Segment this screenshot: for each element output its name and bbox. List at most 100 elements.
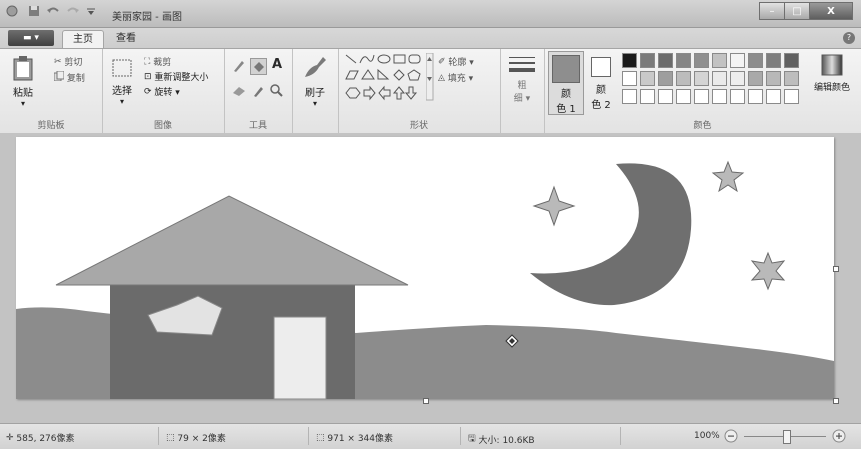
- window-title: 美丽家园 - 画图: [112, 12, 182, 23]
- palette-swatch[interactable]: [748, 53, 763, 68]
- palette-swatch[interactable]: [712, 71, 727, 86]
- cut-button[interactable]: ✂ 剪切: [54, 55, 82, 69]
- palette-swatch[interactable]: [748, 89, 763, 104]
- edit-colors-icon: [821, 54, 843, 76]
- palette-swatch[interactable]: [730, 89, 745, 104]
- palette-swatch[interactable]: [748, 71, 763, 86]
- palette-swatch[interactable]: [640, 53, 655, 68]
- crop-icon: ⛶: [144, 56, 151, 67]
- paste-button[interactable]: 粘贴 ▾: [8, 55, 38, 108]
- select-label: 选择: [112, 86, 132, 97]
- palette-swatch[interactable]: [766, 71, 781, 86]
- palette-swatch[interactable]: [730, 71, 745, 86]
- file-menu-button[interactable]: ▬ ▾: [8, 30, 54, 46]
- undo-icon[interactable]: [46, 5, 60, 17]
- select-button[interactable]: 选择 ▾: [108, 57, 136, 106]
- size-label-line1: 粗: [517, 81, 527, 91]
- palette-swatch[interactable]: [640, 71, 655, 86]
- palette-swatch[interactable]: [676, 89, 691, 104]
- magnifier-icon[interactable]: [270, 84, 283, 97]
- palette-swatch[interactable]: [658, 53, 673, 68]
- palette-swatch[interactable]: [766, 53, 781, 68]
- zoom-level: 100%: [694, 431, 720, 441]
- brushes-button[interactable]: 刷子 ▾: [298, 53, 332, 108]
- line-width-icon: [509, 57, 535, 72]
- resize-handle-bottom[interactable]: [423, 398, 429, 404]
- app-icon[interactable]: [6, 5, 18, 17]
- outline-label: 轮廓 ▾: [448, 58, 474, 68]
- help-icon[interactable]: ?: [843, 32, 855, 44]
- canvas-size: ⬚ 971 × 344像素: [316, 431, 393, 445]
- status-divider: [158, 427, 159, 445]
- quick-access-dropdown-icon[interactable]: [86, 5, 96, 17]
- maximize-button[interactable]: □: [784, 2, 810, 20]
- cursor-position: ✛ 585, 276像素: [6, 431, 75, 445]
- tab-view[interactable]: 查看: [106, 30, 146, 48]
- text-tool-icon[interactable]: A: [272, 57, 282, 72]
- palette-swatch[interactable]: [676, 53, 691, 68]
- drawing-canvas[interactable]: [16, 137, 834, 399]
- zoom-slider-thumb[interactable]: [783, 430, 791, 444]
- size-button[interactable]: 粗 细 ▾: [504, 55, 540, 104]
- shapes-gallery[interactable]: [344, 53, 434, 101]
- fill-label: 填充 ▾: [447, 74, 474, 84]
- status-divider: [620, 427, 621, 445]
- copy-icon: [53, 70, 65, 84]
- redo-icon[interactable]: [66, 5, 80, 17]
- house-roof: [55, 195, 409, 286]
- edit-colors-button[interactable]: 编辑颜色: [806, 53, 858, 93]
- color2-label-line2: 色 2: [591, 100, 611, 111]
- canvas-workspace[interactable]: [0, 133, 861, 423]
- tab-home[interactable]: 主页: [62, 30, 104, 49]
- palette-swatch[interactable]: [784, 53, 799, 68]
- palette-swatch[interactable]: [694, 71, 709, 86]
- palette-swatch[interactable]: [676, 71, 691, 86]
- palette-swatch[interactable]: [712, 89, 727, 104]
- crop-button[interactable]: ⛶ 裁剪: [144, 55, 171, 69]
- canvas-size-icon: ⬚: [316, 432, 325, 443]
- save-icon[interactable]: [28, 5, 40, 17]
- fill-bucket-icon[interactable]: [250, 58, 267, 75]
- zoom-in-button[interactable]: [832, 429, 846, 443]
- palette-swatch[interactable]: [784, 71, 799, 86]
- resize-button[interactable]: ⊡ 重新调整大小: [144, 70, 208, 84]
- color1-button[interactable]: 颜 色 1: [548, 51, 584, 115]
- palette-swatch[interactable]: [694, 53, 709, 68]
- palette-swatch[interactable]: [730, 53, 745, 68]
- color2-button[interactable]: 颜 色 2: [586, 51, 616, 111]
- color2-label-line1: 颜: [596, 85, 606, 96]
- colors-group: 颜 色 1 颜 色 2 编辑颜色 颜色: [544, 49, 861, 133]
- size-label-line2: 细 ▾: [513, 94, 531, 104]
- color-picker-icon[interactable]: [252, 84, 264, 97]
- status-divider: [308, 427, 309, 445]
- palette-swatch[interactable]: [640, 89, 655, 104]
- rotate-button[interactable]: ⟳ 旋转 ▾: [144, 85, 180, 99]
- colors-group-label: 颜色: [693, 121, 712, 131]
- eraser-icon[interactable]: [232, 85, 246, 97]
- palette-swatch[interactable]: [694, 89, 709, 104]
- palette-swatch[interactable]: [622, 53, 637, 68]
- fill-button[interactable]: ◬ 填充 ▾: [438, 71, 474, 85]
- palette-swatch[interactable]: [784, 89, 799, 104]
- outline-button[interactable]: ✐ 轮廓 ▾: [438, 55, 474, 69]
- brushes-group: 刷子 ▾: [292, 49, 339, 133]
- selection-size: ⬚ 79 × 2像素: [166, 431, 226, 445]
- palette-swatch[interactable]: [658, 71, 673, 86]
- drawing: [16, 160, 834, 399]
- copy-button[interactable]: 复制: [53, 70, 85, 84]
- resize-handle-right[interactable]: [833, 266, 839, 272]
- resize-handle-corner[interactable]: [833, 398, 839, 404]
- palette-swatch[interactable]: [766, 89, 781, 104]
- clipboard-group-label: 剪贴板: [37, 121, 65, 131]
- tools-group-label: 工具: [248, 121, 267, 131]
- pencil-icon[interactable]: [232, 59, 246, 73]
- palette-swatch[interactable]: [622, 71, 637, 86]
- shapes-scroll-icon[interactable]: [426, 53, 434, 101]
- close-button[interactable]: X: [809, 2, 853, 20]
- zoom-out-icon: [724, 429, 738, 443]
- minimize-button[interactable]: –: [759, 2, 785, 20]
- palette-swatch[interactable]: [712, 53, 727, 68]
- zoom-out-button[interactable]: [724, 429, 738, 443]
- palette-swatch[interactable]: [658, 89, 673, 104]
- palette-swatch[interactable]: [622, 89, 637, 104]
